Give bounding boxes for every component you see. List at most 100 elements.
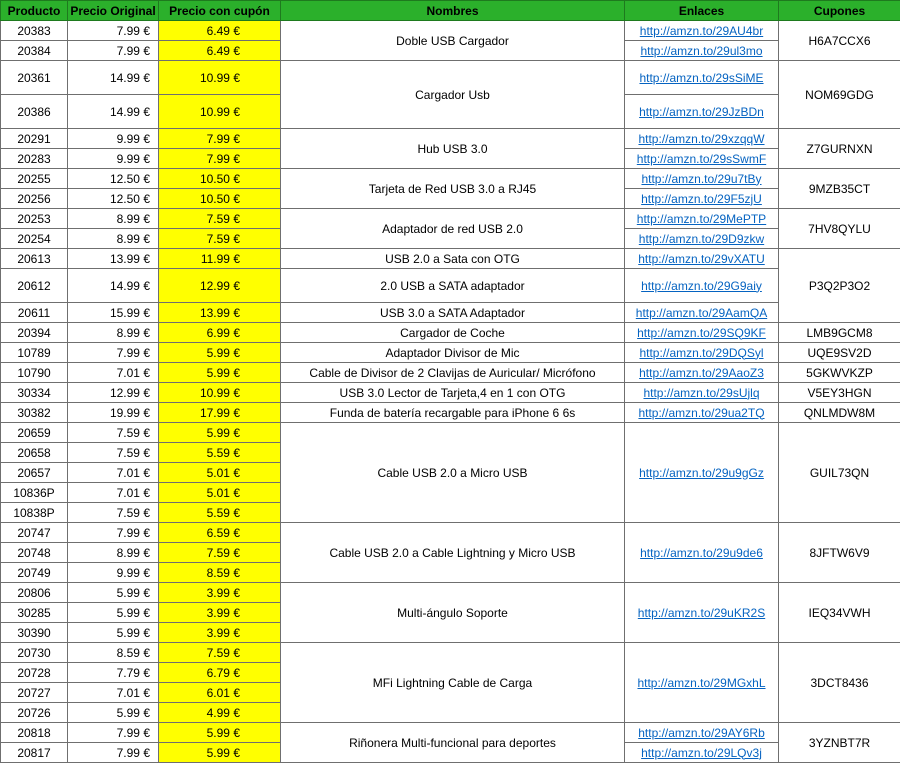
table-row: 20291 9.99 € 7.99 € Hub USB 3.0 http://a…	[1, 129, 900, 149]
original-price: 7.59 €	[68, 503, 159, 523]
coupon-price: 3.99 €	[159, 623, 281, 643]
original-price: 7.59 €	[68, 443, 159, 463]
original-price: 7.79 €	[68, 663, 159, 683]
table-row: 20394 8.99 € 6.99 € Cargador de Coche ht…	[1, 323, 900, 343]
original-price: 12.50 €	[68, 189, 159, 209]
original-price: 5.99 €	[68, 603, 159, 623]
product-link-cell: http://amzn.to/29sSiME	[625, 61, 779, 95]
coupon-price: 6.01 €	[159, 683, 281, 703]
product-id: 20748	[1, 543, 68, 563]
table-row: 10790 7.01 € 5.99 € Cable de Divisor de …	[1, 363, 900, 383]
original-price: 13.99 €	[68, 249, 159, 269]
product-link-cell: http://amzn.to/29SQ9KF	[625, 323, 779, 343]
product-link[interactable]: http://amzn.to/29AU4br	[640, 24, 763, 38]
product-name: Cable USB 2.0 a Micro USB	[281, 423, 625, 523]
coupon-price: 3.99 €	[159, 583, 281, 603]
original-price: 7.99 €	[68, 523, 159, 543]
product-id: 20253	[1, 209, 68, 229]
original-price: 9.99 €	[68, 129, 159, 149]
coupon-price: 10.99 €	[159, 61, 281, 95]
coupon-price: 12.99 €	[159, 269, 281, 303]
coupon-code: 3DCT8436	[779, 643, 900, 723]
product-id: 20749	[1, 563, 68, 583]
original-price: 8.99 €	[68, 229, 159, 249]
coupon-code: NOM69GDG	[779, 61, 900, 129]
product-link[interactable]: http://amzn.to/29ul3mo	[640, 44, 762, 58]
product-link[interactable]: http://amzn.to/29G9aiy	[641, 279, 762, 293]
coupon-price: 5.99 €	[159, 723, 281, 743]
coupon-code: QNLMDW8M	[779, 403, 900, 423]
product-link[interactable]: http://amzn.to/29sSwmF	[637, 152, 766, 166]
original-price: 8.99 €	[68, 209, 159, 229]
product-link[interactable]: http://amzn.to/29DQSyl	[639, 346, 763, 360]
product-link[interactable]: http://amzn.to/29AaoZ3	[639, 366, 764, 380]
product-link[interactable]: http://amzn.to/29xzqqW	[638, 132, 764, 146]
product-id: 20394	[1, 323, 68, 343]
product-link[interactable]: http://amzn.to/29vXATU	[638, 252, 765, 266]
product-link[interactable]: http://amzn.to/29u9de6	[640, 546, 763, 560]
product-id: 10836P	[1, 483, 68, 503]
original-price: 14.99 €	[68, 95, 159, 129]
product-id: 20256	[1, 189, 68, 209]
product-id: 30334	[1, 383, 68, 403]
original-price: 7.01 €	[68, 363, 159, 383]
original-price: 7.99 €	[68, 723, 159, 743]
product-link[interactable]: http://amzn.to/29LQv3j	[641, 746, 762, 760]
product-link[interactable]: http://amzn.to/29JzBDn	[639, 105, 764, 119]
table-row: 20747 7.99 € 6.59 € Cable USB 2.0 a Cabl…	[1, 523, 900, 543]
coupon-price: 11.99 €	[159, 249, 281, 269]
product-link[interactable]: http://amzn.to/29sSiME	[639, 71, 763, 85]
coupon-price: 5.01 €	[159, 463, 281, 483]
product-link[interactable]: http://amzn.to/29sUjlq	[643, 386, 759, 400]
product-link[interactable]: http://amzn.to/29u9gGz	[639, 466, 764, 480]
original-price: 8.59 €	[68, 643, 159, 663]
product-id: 20658	[1, 443, 68, 463]
product-link-cell: http://amzn.to/29JzBDn	[625, 95, 779, 129]
product-link[interactable]: http://amzn.to/29F5zjU	[641, 192, 762, 206]
original-price: 12.99 €	[68, 383, 159, 403]
coupon-price: 5.99 €	[159, 343, 281, 363]
product-link[interactable]: http://amzn.to/29D9zkw	[639, 232, 764, 246]
product-link[interactable]: http://amzn.to/29SQ9KF	[637, 326, 766, 340]
table-row: 20818 7.99 € 5.99 € Riñonera Multi-funci…	[1, 723, 900, 743]
table-row: 20253 8.99 € 7.59 € Adaptador de red USB…	[1, 209, 900, 229]
product-link[interactable]: http://amzn.to/29uKR2S	[638, 606, 765, 620]
product-link-cell: http://amzn.to/29u9de6	[625, 523, 779, 583]
coupon-table: Producto Precio Original Precio con cupó…	[0, 0, 900, 763]
original-price: 7.99 €	[68, 343, 159, 363]
product-link[interactable]: http://amzn.to/29MePTP	[637, 212, 766, 226]
product-id: 20386	[1, 95, 68, 129]
product-id: 20818	[1, 723, 68, 743]
coupon-code: 5GKWVKZP	[779, 363, 900, 383]
product-id: 10789	[1, 343, 68, 363]
table-row: 20612 14.99 € 12.99 € 2.0 USB a SATA ada…	[1, 269, 900, 303]
product-name: USB 3.0 Lector de Tarjeta,4 en 1 con OTG	[281, 383, 625, 403]
coupon-price: 5.01 €	[159, 483, 281, 503]
product-link-cell: http://amzn.to/29DQSyl	[625, 343, 779, 363]
product-link[interactable]: http://amzn.to/29AY6Rb	[638, 726, 765, 740]
original-price: 7.99 €	[68, 41, 159, 61]
coupon-price: 7.59 €	[159, 229, 281, 249]
product-name: Adaptador Divisor de Mic	[281, 343, 625, 363]
product-link[interactable]: http://amzn.to/29u7tBy	[641, 172, 761, 186]
product-link-cell: http://amzn.to/29G9aiy	[625, 269, 779, 303]
original-price: 9.99 €	[68, 149, 159, 169]
product-link[interactable]: http://amzn.to/29AamQA	[636, 306, 767, 320]
product-link[interactable]: http://amzn.to/29ua2TQ	[638, 406, 764, 420]
table-row: 20806 5.99 € 3.99 € Multi-ángulo Soporte…	[1, 583, 900, 603]
coupon-price: 7.59 €	[159, 643, 281, 663]
product-link-cell: http://amzn.to/29ua2TQ	[625, 403, 779, 423]
coupon-price: 7.99 €	[159, 129, 281, 149]
original-price: 7.01 €	[68, 683, 159, 703]
product-link-cell: http://amzn.to/29sUjlq	[625, 383, 779, 403]
product-id: 20806	[1, 583, 68, 603]
coupon-price: 7.99 €	[159, 149, 281, 169]
product-name: Hub USB 3.0	[281, 129, 625, 169]
coupon-price: 5.99 €	[159, 743, 281, 763]
product-id: 30390	[1, 623, 68, 643]
product-link[interactable]: http://amzn.to/29MGxhL	[637, 676, 765, 690]
original-price: 14.99 €	[68, 269, 159, 303]
coupon-price: 5.99 €	[159, 423, 281, 443]
product-name: Tarjeta de Red USB 3.0 a RJ45	[281, 169, 625, 209]
product-id: 30382	[1, 403, 68, 423]
